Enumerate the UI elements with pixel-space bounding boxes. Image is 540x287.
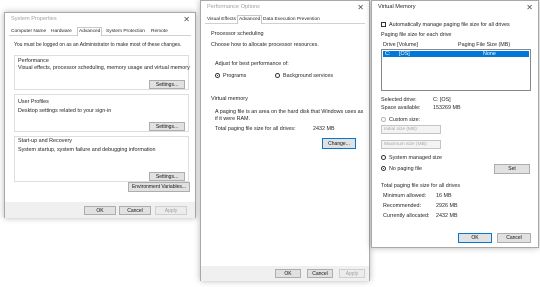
system-properties-tabs: Computer Name Hardware Advanced System P…: [9, 27, 191, 36]
programs-label: Programs: [223, 73, 247, 79]
minimum-allowed-value: 16 MB: [436, 193, 452, 199]
currently-allocated-label: Currently allocated:: [383, 213, 430, 219]
user-profiles-desc: Desktop settings related to your sign-in: [18, 108, 112, 114]
total-paging-value: 2432 MB: [313, 126, 335, 132]
admin-note: You must be logged on as an Administrato…: [14, 42, 182, 48]
no-paging-radio[interactable]: [381, 166, 386, 171]
apply-button[interactable]: Apply: [155, 206, 187, 215]
performance-header: Performance: [18, 58, 49, 64]
selected-drive-value: C: [OS]: [433, 97, 451, 103]
user-profiles-header: User Profiles: [18, 99, 49, 105]
maximum-size-input[interactable]: Maximum size (MB):: [381, 140, 441, 149]
set-button[interactable]: Set: [494, 164, 530, 174]
virtual-memory-header: Virtual memory: [211, 96, 248, 102]
virtual-memory-desc: A paging file is an area on the hard dis…: [215, 109, 364, 122]
performance-desc: Visual effects, processor scheduling, me…: [18, 65, 190, 71]
virtual-memory-title: Virtual Memory: [378, 4, 416, 10]
tab-computer-name[interactable]: Computer Name: [10, 28, 47, 35]
tab-system-protection[interactable]: System Protection: [105, 28, 146, 35]
tab-remote[interactable]: Remote: [150, 28, 169, 35]
system-properties-window: System Properties ✕ Computer Name Hardwa…: [4, 12, 196, 218]
user-profiles-settings-button[interactable]: Settings...: [149, 122, 185, 131]
virtual-memory-window: Virtual Memory ✕ Automatically manage pa…: [371, 0, 539, 248]
performance-group: Performance Visual effects, processor sc…: [14, 55, 190, 90]
system-properties-title: System Properties: [11, 16, 57, 22]
background-services-radio[interactable]: [275, 73, 280, 78]
processor-scheduling-header: Processor scheduling: [211, 31, 264, 37]
size-column-header: Paging File Size (MB): [458, 42, 511, 48]
space-available-value: 153269 MB: [433, 105, 461, 111]
initial-size-input[interactable]: Initial size (MB):: [381, 125, 441, 134]
recommended-label: Recommended:: [383, 203, 422, 209]
custom-size-label: Custom size:: [389, 117, 421, 123]
startup-recovery-settings-button[interactable]: Settings...: [149, 172, 185, 181]
startup-recovery-desc: System startup, system failure and debug…: [18, 147, 156, 153]
no-paging-label: No paging file: [389, 166, 422, 172]
cancel-button[interactable]: Cancel: [307, 269, 333, 278]
total-paging-label: Total paging file size for all drives:: [215, 126, 296, 132]
minimum-allowed-label: Minimum allowed:: [383, 193, 427, 199]
paging-each-drive-label: Paging file size for each drive: [381, 32, 452, 38]
adjust-performance-label: Adjust for best performance of:: [215, 61, 289, 67]
processor-scheduling-desc: Choose how to allocate processor resourc…: [211, 42, 319, 48]
tab-hardware[interactable]: Hardware: [50, 28, 73, 35]
currently-allocated-value: 2432 MB: [436, 213, 458, 219]
tab-advanced[interactable]: Advanced: [77, 27, 103, 36]
performance-options-window: Performance Options ✕ Visual Effects Adv…: [200, 0, 370, 281]
drive-list[interactable]: C: [OS] None: [381, 49, 531, 91]
system-managed-label: System managed size: [389, 155, 443, 161]
performance-settings-button[interactable]: Settings...: [149, 80, 185, 89]
drive-volume: [OS]: [399, 51, 410, 57]
close-icon[interactable]: ✕: [183, 15, 190, 24]
performance-options-tabs: Visual Effects Advanced Data Execution P…: [205, 15, 365, 24]
performance-options-titlebar: Performance Options ✕: [201, 1, 369, 15]
recommended-value: 2926 MB: [436, 203, 458, 209]
performance-options-footer: OK Cancel Apply: [201, 266, 369, 281]
total-paging-header: Total paging file size for all drives: [381, 183, 461, 189]
programs-radio[interactable]: [215, 73, 220, 78]
ok-button[interactable]: OK: [458, 233, 492, 243]
background-services-label: Background services: [283, 73, 334, 79]
change-button[interactable]: Change...: [322, 138, 356, 149]
apply-button[interactable]: Apply: [339, 269, 365, 278]
custom-size-radio[interactable]: [381, 117, 386, 122]
system-properties-titlebar: System Properties ✕: [5, 13, 195, 27]
auto-manage-checkbox[interactable]: [381, 22, 386, 27]
tab-advanced[interactable]: Advanced: [237, 15, 263, 24]
virtual-memory-titlebar: Virtual Memory ✕: [372, 1, 538, 15]
cancel-button[interactable]: Cancel: [497, 233, 531, 243]
drive-paging-size: None: [483, 51, 496, 57]
startup-recovery-group: Start-up and Recovery System startup, sy…: [14, 136, 189, 182]
space-available-label: Space available:: [381, 105, 421, 111]
system-managed-radio[interactable]: [381, 155, 386, 160]
selected-drive-label: Selected drive:: [381, 97, 417, 103]
user-profiles-group: User Profiles Desktop settings related t…: [14, 94, 189, 132]
drive-column-header: Drive [Volume]: [383, 42, 419, 48]
environment-variables-button[interactable]: Environment Variables...: [128, 182, 190, 192]
drive-letter: C:: [385, 51, 391, 57]
tab-data-execution-prevention[interactable]: Data Execution Prevention: [262, 16, 321, 23]
startup-recovery-header: Start-up and Recovery: [18, 138, 72, 144]
ok-button[interactable]: OK: [275, 269, 301, 278]
system-properties-footer: OK Cancel Apply: [5, 202, 195, 218]
ok-button[interactable]: OK: [84, 206, 116, 215]
tab-visual-effects[interactable]: Visual Effects: [206, 16, 237, 23]
drive-list-row[interactable]: C: [OS] None: [383, 51, 529, 57]
close-icon[interactable]: ✕: [357, 3, 364, 12]
auto-manage-label: Automatically manage paging file size fo…: [389, 22, 510, 28]
close-icon[interactable]: ✕: [526, 3, 533, 12]
cancel-button[interactable]: Cancel: [119, 206, 151, 215]
performance-options-title: Performance Options: [207, 4, 260, 10]
